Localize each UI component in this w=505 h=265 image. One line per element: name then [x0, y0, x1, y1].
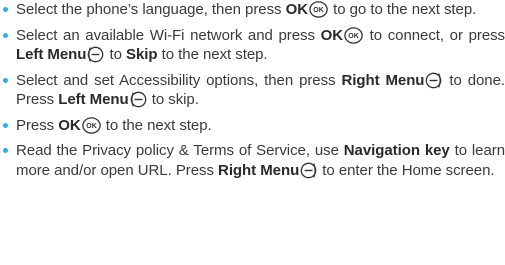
step-text: Read the Privacy policy & Terms of Servi… — [16, 142, 344, 159]
setup-step-5: Read the Privacy policy & Terms of Servi… — [0, 141, 505, 180]
setup-step-2: Select an available Wi-Fi network and pr… — [0, 26, 505, 65]
right-menu-key-icon — [300, 162, 317, 179]
left-menu-key-icon — [130, 91, 147, 108]
key-name: OK — [320, 26, 343, 44]
ok-key-icon: OK — [309, 1, 328, 18]
step-text: Select an available Wi-Fi network and pr… — [16, 26, 321, 44]
key-name: Left Menu — [58, 91, 129, 108]
step-text: to — [105, 46, 127, 63]
svg-text:OK: OK — [348, 33, 358, 40]
right-menu-key-icon — [425, 72, 442, 89]
key-name: OK — [58, 116, 81, 134]
step-text: to the next step. — [157, 46, 268, 63]
step-text: to skip. — [147, 91, 199, 108]
setup-steps-list: Select the phone’s language, then press … — [0, 0, 505, 180]
step-text: Select the phone’s language, then press — [16, 1, 286, 18]
left-menu-key-icon — [87, 46, 104, 63]
step-text: to connect, or press — [363, 26, 505, 44]
ok-key-icon: OK — [344, 26, 363, 44]
ok-key-icon: OK — [81, 116, 101, 134]
setup-step-4: Press OK OK to the next step. — [0, 116, 505, 136]
key-name: OK — [285, 1, 308, 18]
step-text: to enter the Home screen. — [318, 161, 495, 179]
key-name: Right Menu — [341, 71, 425, 89]
key-name: Right Menu — [218, 161, 300, 179]
svg-text:OK: OK — [86, 123, 96, 130]
step-text: Press — [16, 116, 59, 134]
setup-step-3: Select and set Accessibility options, th… — [0, 71, 505, 110]
step-text: to the next step. — [101, 116, 212, 134]
key-name: Skip — [126, 46, 158, 63]
svg-text:OK: OK — [313, 7, 323, 14]
key-name: Navigation key — [343, 142, 450, 159]
step-text: to go to the next step. — [329, 1, 477, 18]
step-text: Select and set Accessibility options, th… — [16, 71, 342, 89]
setup-step-1: Select the phone’s language, then press … — [0, 0, 505, 20]
key-name: Left Menu — [16, 46, 87, 63]
